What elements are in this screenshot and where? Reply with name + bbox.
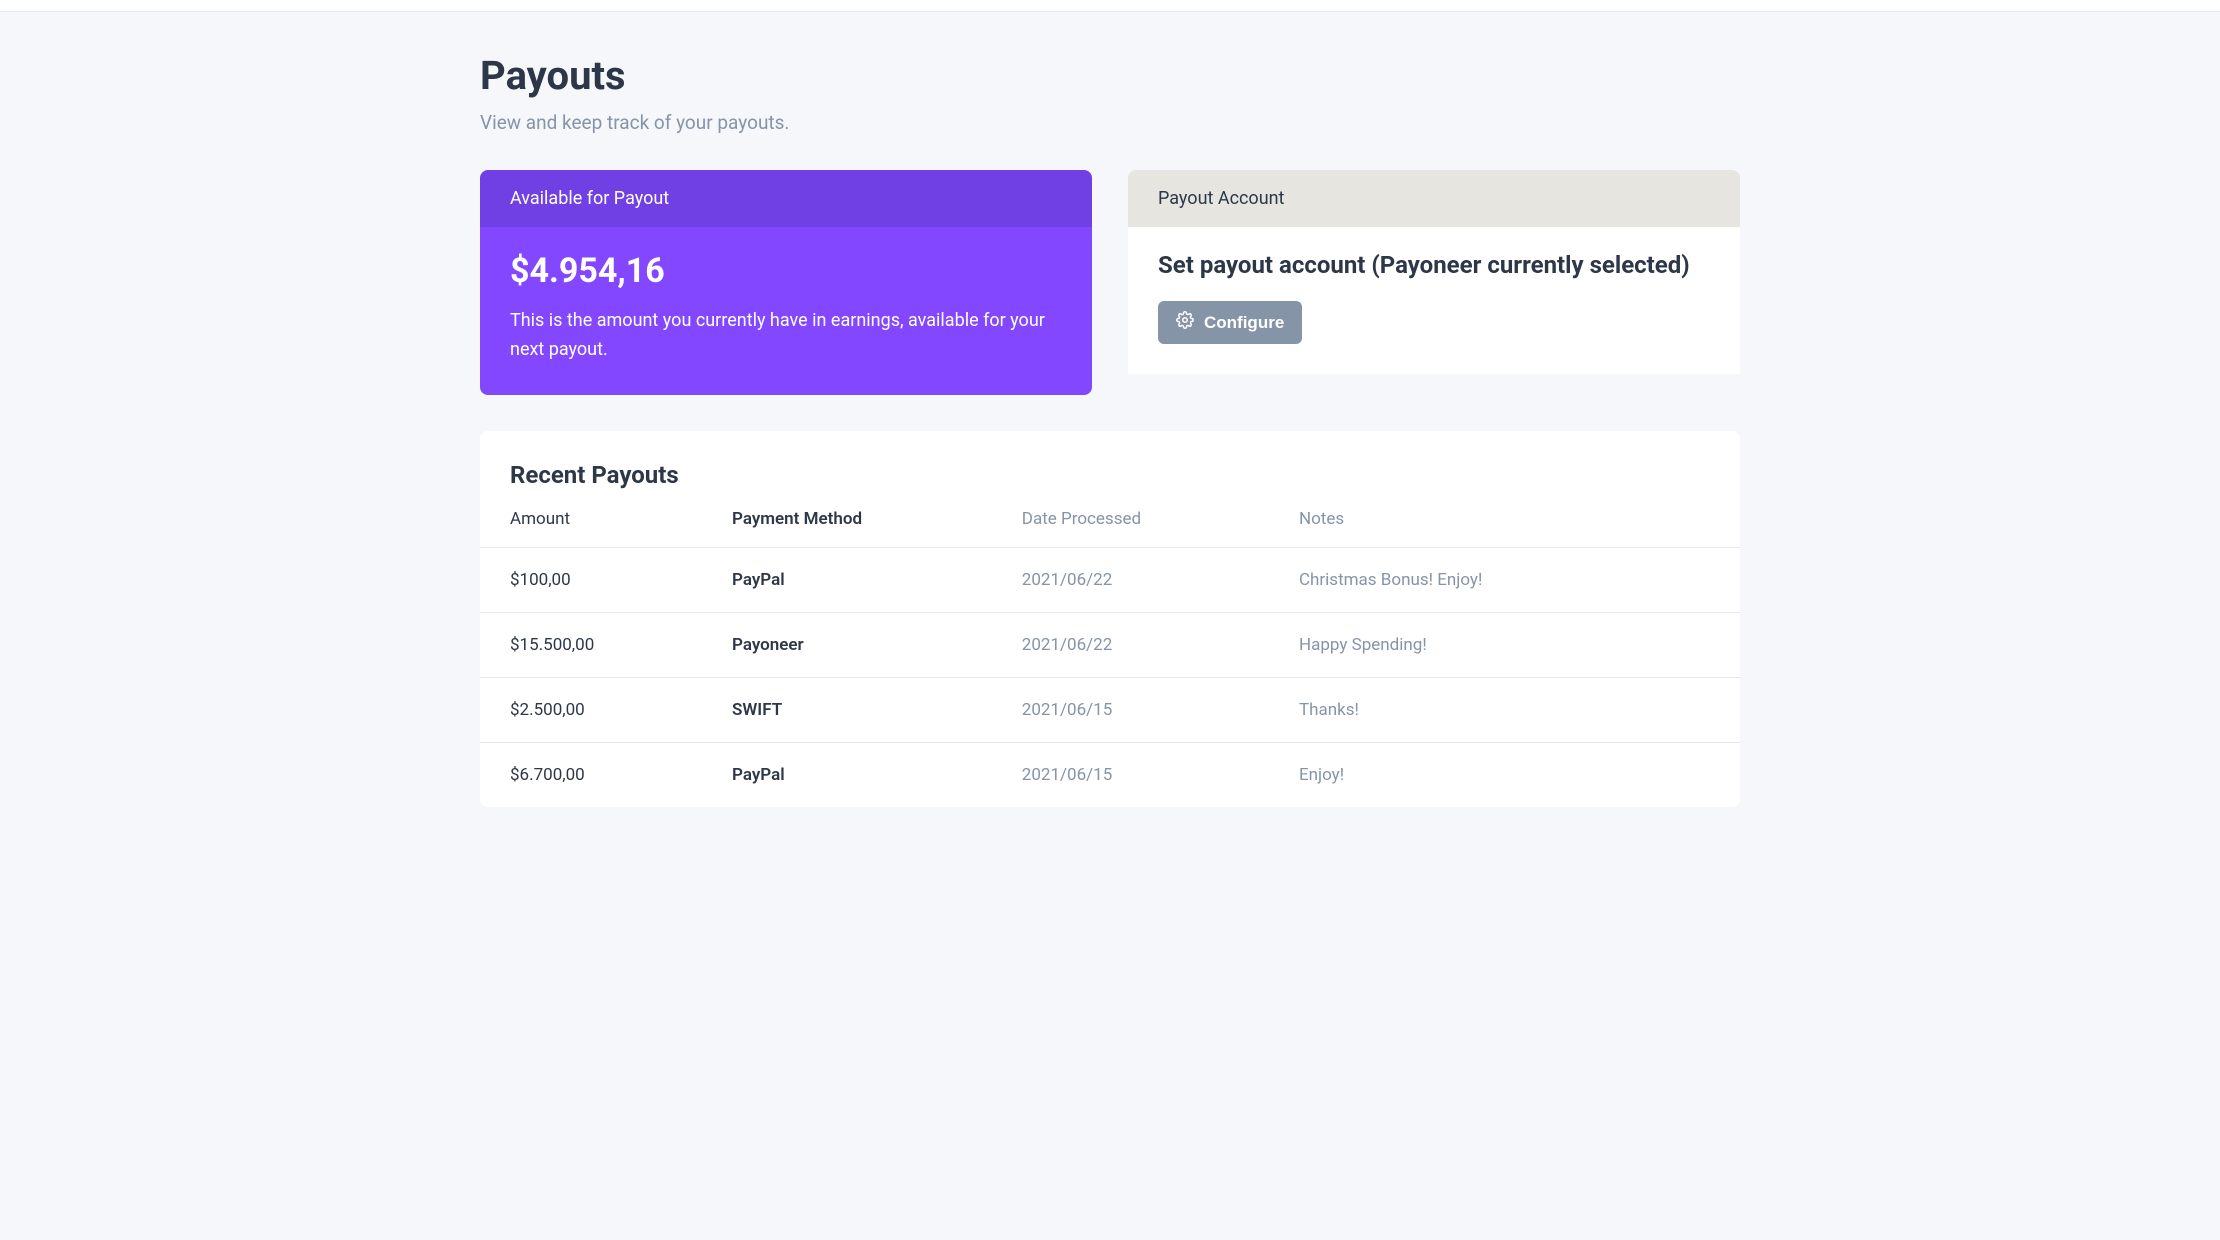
cell-method: PayPal [732,742,1022,807]
column-header-notes: Notes [1299,509,1740,548]
recent-payouts-panel: Recent Payouts Amount Payment Method Dat… [480,431,1740,807]
gear-icon [1176,311,1194,334]
cell-notes: Christmas Bonus! Enjoy! [1299,547,1740,612]
cell-notes: Thanks! [1299,677,1740,742]
table-row: $6.700,00PayPal2021/06/15Enjoy! [480,742,1740,807]
column-header-date: Date Processed [1022,509,1299,548]
recent-payouts-title: Recent Payouts [480,461,1740,509]
cell-method: SWIFT [732,677,1022,742]
table-row: $2.500,00SWIFT2021/06/15Thanks! [480,677,1740,742]
main-container: Payouts View and keep track of your payo… [480,12,1740,807]
cell-notes: Enjoy! [1299,742,1740,807]
top-border [0,0,2220,12]
table-header-row: Amount Payment Method Date Processed Not… [480,509,1740,548]
cell-date: 2021/06/15 [1022,742,1299,807]
page-subtitle: View and keep track of your payouts. [480,111,1740,134]
available-payout-header: Available for Payout [480,170,1092,227]
page-title: Payouts [480,52,1740,99]
cell-amount: $2.500,00 [480,677,732,742]
payouts-table: Amount Payment Method Date Processed Not… [480,509,1740,807]
cell-date: 2021/06/22 [1022,547,1299,612]
column-header-amount: Amount [480,509,732,548]
cards-row: Available for Payout $4.954,16 This is t… [480,170,1740,395]
cell-amount: $6.700,00 [480,742,732,807]
payout-account-body: Set payout account (Payoneer currently s… [1128,227,1740,374]
table-row: $100,00PayPal2021/06/22Christmas Bonus! … [480,547,1740,612]
cell-amount: $15.500,00 [480,612,732,677]
available-payout-card: Available for Payout $4.954,16 This is t… [480,170,1092,395]
table-row: $15.500,00Payoneer2021/06/22Happy Spendi… [480,612,1740,677]
payout-account-card: Payout Account Set payout account (Payon… [1128,170,1740,395]
available-amount: $4.954,16 [510,251,1062,291]
configure-button-label: Configure [1204,313,1284,333]
payout-account-header: Payout Account [1128,170,1740,227]
configure-button[interactable]: Configure [1158,301,1302,344]
available-description: This is the amount you currently have in… [510,307,1062,365]
cell-amount: $100,00 [480,547,732,612]
cell-date: 2021/06/22 [1022,612,1299,677]
payout-account-title: Set payout account (Payoneer currently s… [1158,251,1710,279]
available-payout-body: $4.954,16 This is the amount you current… [480,227,1092,395]
cell-date: 2021/06/15 [1022,677,1299,742]
cell-method: PayPal [732,547,1022,612]
cell-notes: Happy Spending! [1299,612,1740,677]
column-header-method: Payment Method [732,509,1022,548]
cell-method: Payoneer [732,612,1022,677]
